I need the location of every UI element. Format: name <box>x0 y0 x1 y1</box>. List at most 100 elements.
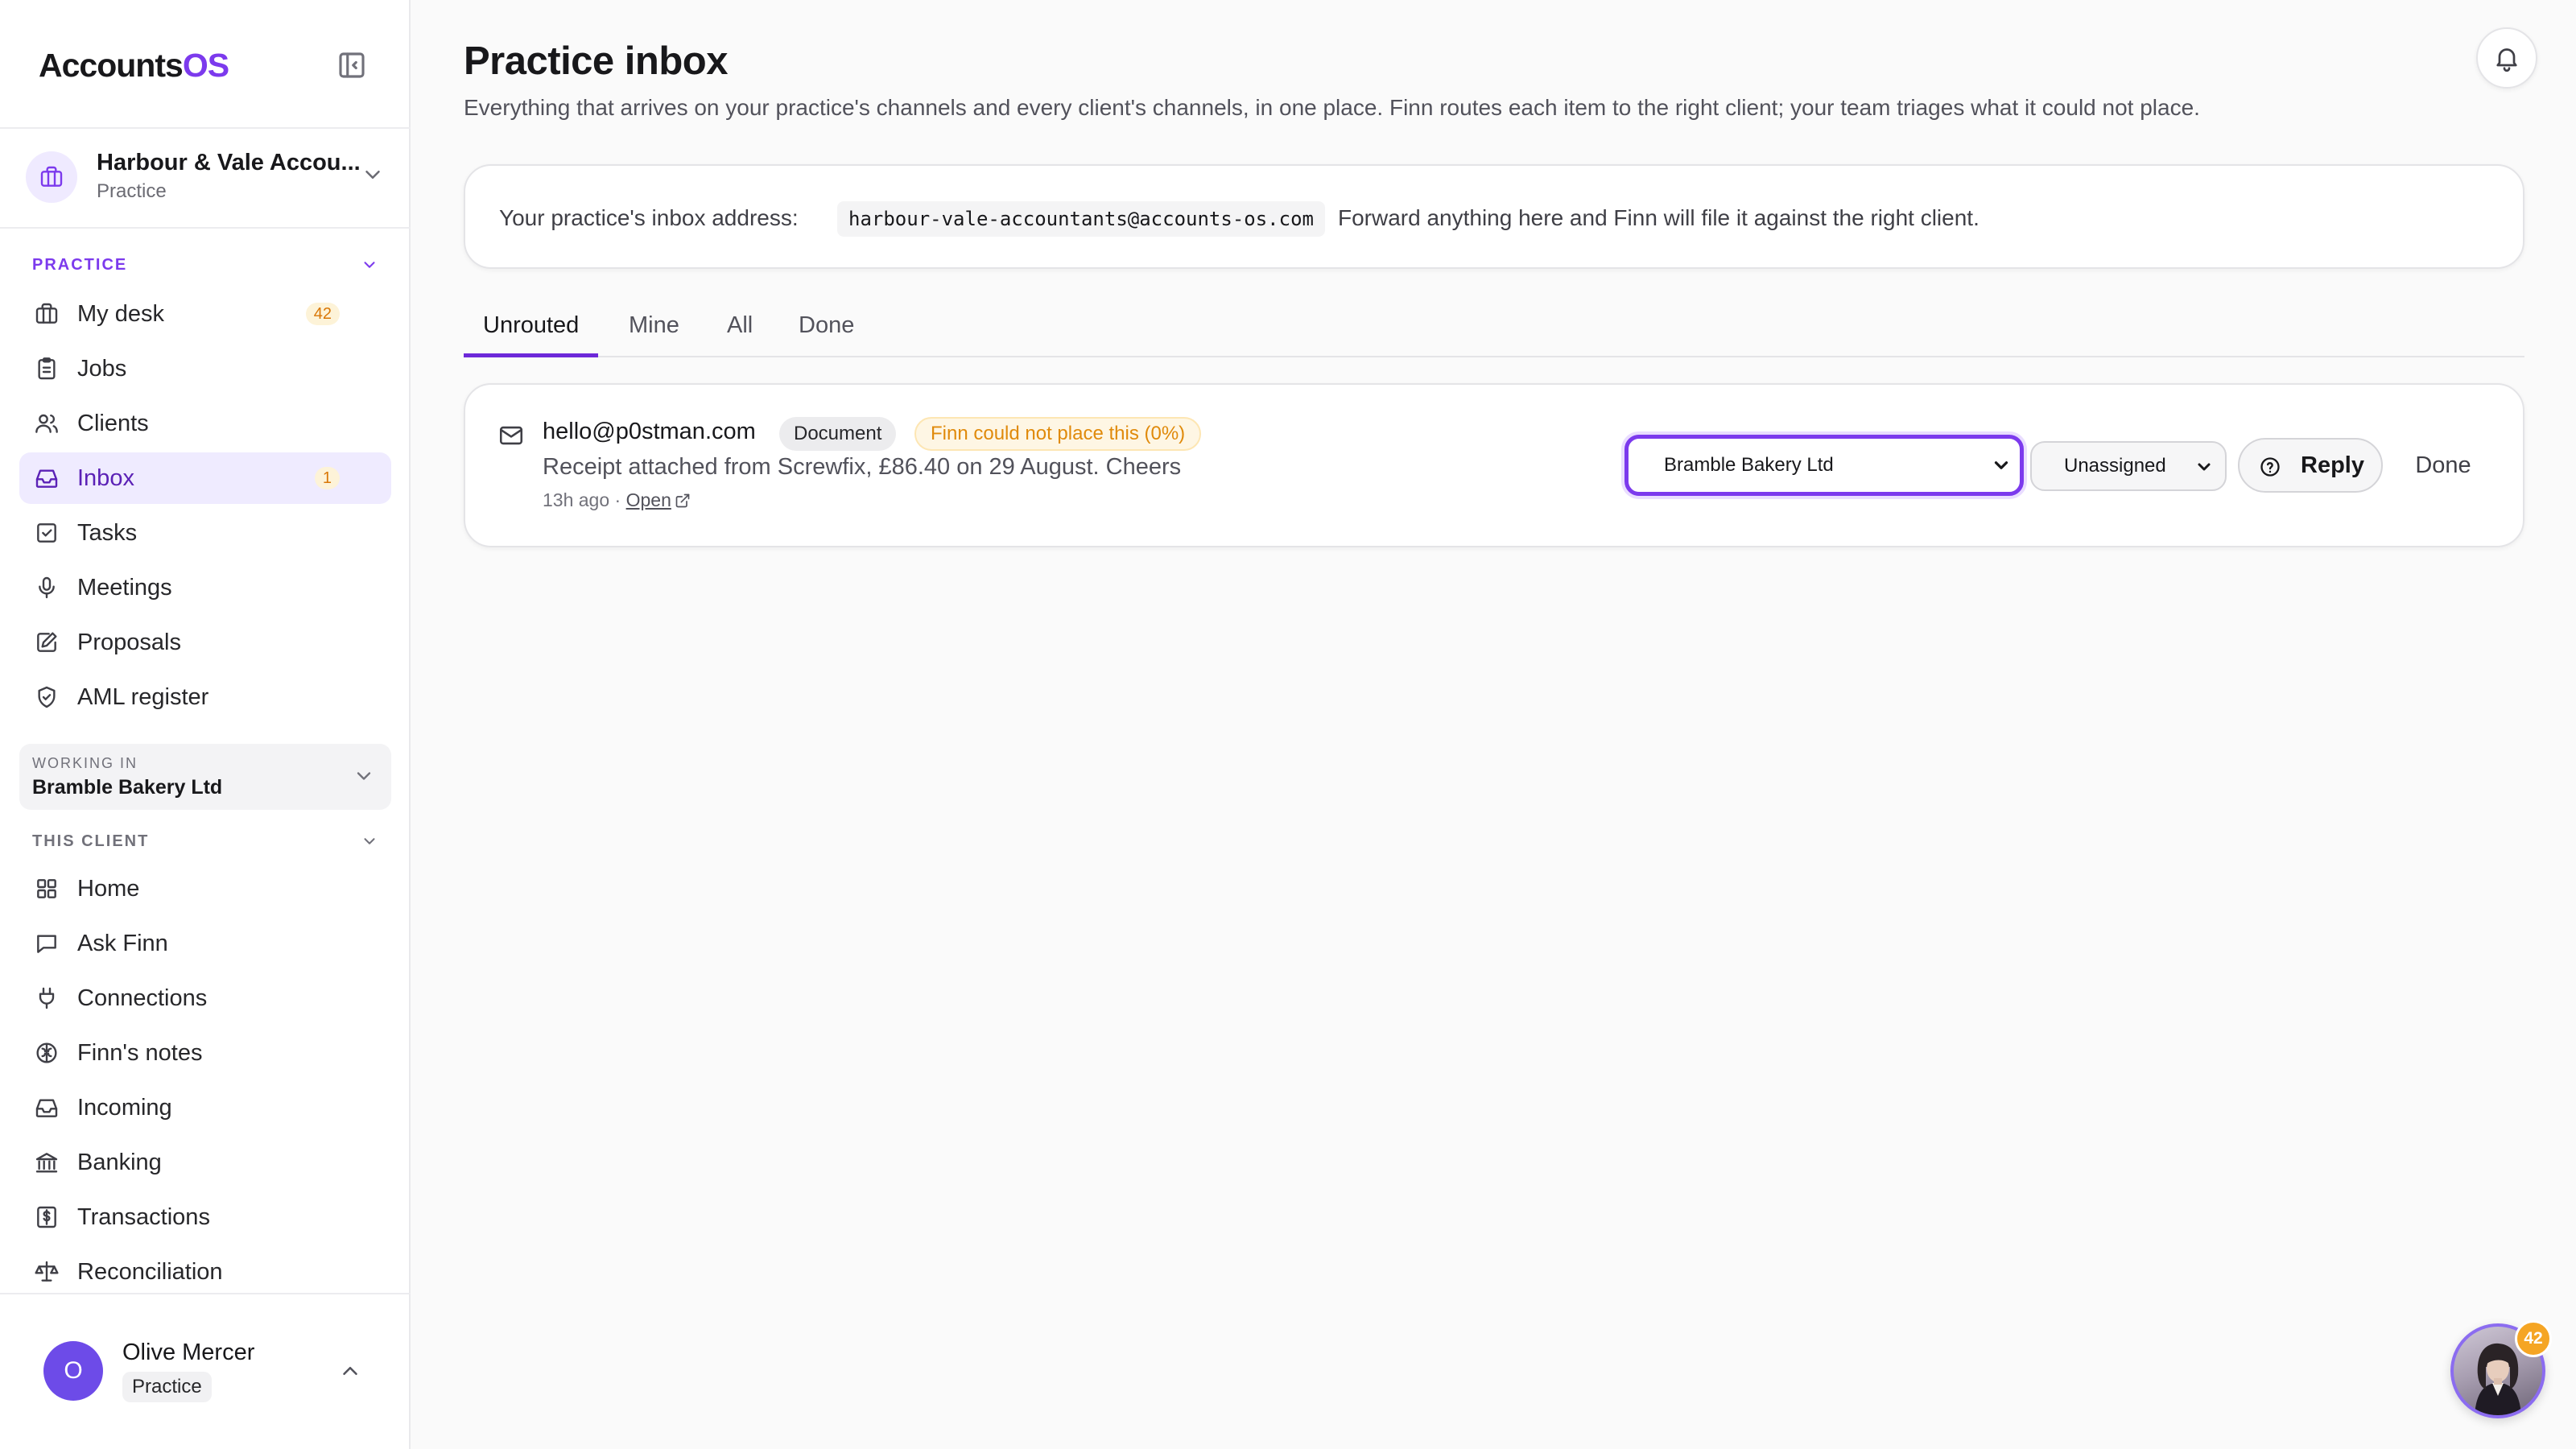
message-preview: Receipt attached from Screwfix, £86.40 o… <box>543 454 1182 480</box>
tab-unrouted[interactable]: Unrouted <box>464 298 599 357</box>
sidebar-item-ask-finn[interactable]: Ask Finn <box>19 918 391 969</box>
bell-icon <box>2492 43 2521 72</box>
inbox-address-card: Your practice's inbox address: harbour-v… <box>464 164 2524 269</box>
sidebar-item-home[interactable]: Home <box>19 863 391 914</box>
sidebar-item-label: Jobs <box>77 356 127 382</box>
client-select[interactable]: Bramble Bakery Ltd <box>1624 435 2024 496</box>
inbox-icon <box>34 1095 60 1121</box>
practice-section-toggle[interactable]: PRACTICE <box>32 253 378 277</box>
sidebar-item-meetings[interactable]: Meetings <box>19 562 391 613</box>
sidebar-item-label: Transactions <box>77 1204 210 1230</box>
inbox-tabs: Unrouted Mine All Done <box>464 298 2524 357</box>
brain-icon <box>34 1040 60 1066</box>
mic-icon <box>34 575 60 601</box>
tab-all[interactable]: All <box>727 298 753 357</box>
sidebar-item-my-desk[interactable]: My desk 42 <box>19 288 391 340</box>
clipboard-icon <box>34 356 60 382</box>
sidebar-item-clients[interactable]: Clients <box>19 398 391 449</box>
help-circle-icon <box>2259 456 2281 478</box>
timestamp: 13h ago <box>543 489 610 510</box>
item-meta: 13h ago · Open <box>543 489 691 511</box>
tab-mine[interactable]: Mine <box>629 298 679 357</box>
edit-icon <box>34 630 60 655</box>
collapse-sidebar-icon[interactable] <box>335 48 369 82</box>
sidebar-item-label: Incoming <box>77 1095 172 1121</box>
external-link-icon <box>675 493 691 509</box>
user-menu[interactable]: O Olive Mercer Practice <box>0 1293 411 1449</box>
reply-label: Reply <box>2301 452 2364 478</box>
grid-icon <box>34 876 60 902</box>
chevron-down-icon <box>2194 457 2214 477</box>
chevron-down-icon <box>353 765 375 787</box>
section-label: PRACTICE <box>32 256 128 274</box>
count-badge: 1 <box>314 467 340 489</box>
inbox-email-address[interactable]: harbour-vale-accountants@accounts-os.com <box>837 201 1325 237</box>
done-button[interactable]: Done <box>2397 438 2489 493</box>
building-icon <box>26 151 77 203</box>
sidebar-item-inbox[interactable]: Inbox 1 <box>19 452 391 504</box>
org-switcher[interactable]: Harbour & Vale Accou... Practice <box>26 150 385 206</box>
sidebar-item-label: Finn's notes <box>77 1040 203 1066</box>
sidebar-item-label: Proposals <box>77 630 181 655</box>
org-type: Practice <box>97 180 167 202</box>
plug-icon <box>34 985 60 1011</box>
shield-check-icon <box>34 684 60 710</box>
sidebar-item-label: Inbox <box>77 465 134 491</box>
sidebar-item-label: Meetings <box>77 575 172 601</box>
receipt-icon <box>34 1204 60 1230</box>
assignee-select[interactable]: Unassigned <box>2030 441 2227 491</box>
inbox-icon <box>34 465 60 491</box>
org-name: Harbour & Vale Accou... <box>97 150 361 175</box>
sidebar-item-finns-notes[interactable]: Finn's notes <box>19 1027 391 1079</box>
sidebar-item-label: AML register <box>77 684 209 710</box>
section-label: THIS CLIENT <box>32 832 150 850</box>
sidebar-item-banking[interactable]: Banking <box>19 1137 391 1188</box>
sidebar-item-label: Reconciliation <box>77 1259 223 1285</box>
user-name: Olive Mercer <box>122 1340 255 1365</box>
chevron-down-icon <box>361 256 378 274</box>
sidebar-item-proposals[interactable]: Proposals <box>19 617 391 668</box>
working-in-selector[interactable]: WORKING IN Bramble Bakery Ltd <box>19 744 391 810</box>
bank-icon <box>34 1150 60 1175</box>
client-section-toggle[interactable]: THIS CLIENT <box>32 829 378 853</box>
sidebar-item-label: Tasks <box>77 520 138 546</box>
brand-accent: OS <box>182 47 229 84</box>
divider <box>0 127 411 129</box>
type-badge: Document <box>779 417 897 451</box>
sidebar-item-transactions[interactable]: Transactions <box>19 1191 391 1243</box>
page-title: Practice inbox <box>464 39 728 83</box>
inbox-item[interactable]: hello@p0stman.com Document Finn could no… <box>464 383 2524 547</box>
notifications-button[interactable] <box>2476 27 2537 89</box>
sidebar-item-jobs[interactable]: Jobs <box>19 343 391 394</box>
divider <box>0 227 411 229</box>
address-suffix: Forward anything here and Finn will file… <box>1338 205 1979 230</box>
tab-done[interactable]: Done <box>799 298 854 357</box>
working-in-label: WORKING IN <box>32 755 138 771</box>
scale-icon <box>34 1259 60 1285</box>
chevron-down-icon <box>1991 455 2012 476</box>
app-logo[interactable]: AccountsOS <box>39 43 369 87</box>
check-square-icon <box>34 520 60 546</box>
open-link[interactable]: Open <box>626 489 691 511</box>
working-in-client: Bramble Bakery Ltd <box>32 776 223 799</box>
page-subtitle: Everything that arrives on your practice… <box>464 95 2200 120</box>
chevron-up-icon <box>338 1359 362 1383</box>
chevron-down-icon <box>361 163 385 187</box>
address-prefix: Your practice's inbox address: <box>499 205 799 230</box>
meta-separator: · <box>614 489 621 510</box>
status-badge: Finn could not place this (0%) <box>914 417 1202 451</box>
reply-button[interactable]: Reply <box>2238 438 2383 493</box>
sender-email: hello@p0stman.com <box>543 419 756 444</box>
sidebar-item-tasks[interactable]: Tasks <box>19 507 391 559</box>
assistant-count-badge: 42 <box>2515 1320 2552 1357</box>
sidebar-item-connections[interactable]: Connections <box>19 972 391 1024</box>
sidebar-item-reconciliation[interactable]: Reconciliation <box>19 1246 391 1298</box>
sidebar-item-aml-register[interactable]: AML register <box>19 671 391 723</box>
brand-row: AccountsOS <box>39 43 369 87</box>
avatar: O <box>43 1341 103 1401</box>
sidebar-item-incoming[interactable]: Incoming <box>19 1082 391 1133</box>
message-square-icon <box>34 931 60 956</box>
chevron-down-icon <box>361 832 378 850</box>
assignee-select-value: Unassigned <box>2064 455 2166 477</box>
client-select-value: Bramble Bakery Ltd <box>1664 454 1834 476</box>
